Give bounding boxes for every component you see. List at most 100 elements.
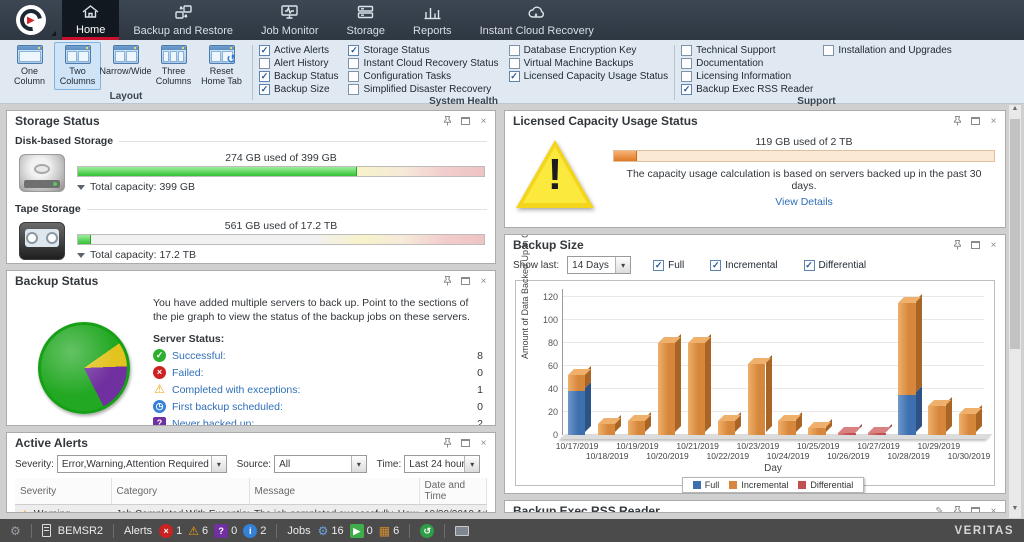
- layout-button-three-columns[interactable]: ThreeColumns: [150, 42, 197, 90]
- bar-segment-full[interactable]: [898, 395, 915, 435]
- bar-segment-incremental[interactable]: [688, 343, 705, 435]
- system-health-checkbox-virtual-machine-backups[interactable]: Virtual Machine Backups: [509, 58, 669, 69]
- column-header-severity[interactable]: Severity: [15, 478, 111, 505]
- bar-segment-incremental[interactable]: [959, 414, 976, 435]
- tab-storage[interactable]: Storage: [333, 0, 400, 40]
- pin-icon[interactable]: [952, 506, 963, 513]
- maximize-icon[interactable]: [971, 507, 980, 513]
- job-counter[interactable]: ▶0: [350, 524, 373, 538]
- select-value: Last 24 hours: [405, 459, 464, 470]
- support-checkbox-documentation[interactable]: Documentation: [681, 58, 813, 69]
- bar-segment-incremental[interactable]: [898, 303, 915, 395]
- filter-select-source[interactable]: All▾: [274, 455, 367, 473]
- maximize-icon[interactable]: [971, 117, 980, 125]
- system-health-checkbox-simplified-disaster-recovery[interactable]: Simplified Disaster Recovery: [348, 84, 498, 95]
- vertical-scrollbar[interactable]: ▲ ▼: [1008, 104, 1022, 519]
- scroll-up-arrow-icon[interactable]: ▲: [1009, 105, 1021, 118]
- maximize-icon[interactable]: [461, 277, 470, 285]
- tab-job-monitor[interactable]: Job Monitor: [247, 0, 332, 40]
- bar-segment-incremental[interactable]: [748, 364, 765, 435]
- layout-button-reset-home-tab[interactable]: ↺ResetHome Tab: [198, 42, 245, 90]
- filter-select-time[interactable]: Last 24 hours▾: [404, 455, 480, 473]
- column-header-date-and-time[interactable]: Date and Time: [419, 478, 487, 505]
- alert-counter[interactable]: ?0: [214, 524, 237, 538]
- storage-section-label: Tape Storage: [15, 203, 487, 215]
- layout-button-one-column[interactable]: OneColumn: [6, 42, 53, 90]
- alert-counter[interactable]: i2: [243, 524, 266, 538]
- support-checkbox-licensing-information[interactable]: Licensing Information: [681, 71, 813, 82]
- chart-filter-checkbox-differential[interactable]: ✓Differential: [804, 260, 867, 271]
- connection-status-icon[interactable]: ↺: [420, 524, 434, 538]
- bar-segment-differential[interactable]: [838, 433, 855, 435]
- system-health-checkbox-alert-history[interactable]: Alert History: [259, 58, 338, 69]
- system-health-checkbox-backup-status[interactable]: ✓Backup Status: [259, 71, 338, 82]
- bar-segment-differential[interactable]: [868, 433, 885, 435]
- show-last-select[interactable]: 14 Days ▾: [567, 256, 631, 274]
- server-status-label[interactable]: Completed with exceptions:: [172, 384, 300, 396]
- server-status-label[interactable]: Never backed up:: [172, 418, 254, 426]
- alert-counter[interactable]: ⚠6: [188, 525, 208, 537]
- table-row[interactable]: ⚠WarningJob Completed With ExceptionsThe…: [15, 505, 487, 514]
- pin-icon[interactable]: [442, 276, 453, 286]
- close-icon[interactable]: ×: [478, 438, 489, 448]
- system-health-checkbox-backup-size[interactable]: ✓Backup Size: [259, 84, 338, 95]
- system-health-checkbox-storage-status[interactable]: ✓Storage Status: [348, 45, 498, 56]
- tab-backup-and-restore[interactable]: Backup and Restore: [119, 0, 247, 40]
- tab-instant-cloud-recovery[interactable]: Instant Cloud Recovery: [466, 0, 608, 40]
- chart-filter-checkbox-full[interactable]: ✓Full: [653, 260, 684, 271]
- bar-segment-full[interactable]: [568, 391, 585, 435]
- scroll-down-arrow-icon[interactable]: ▼: [1009, 505, 1021, 518]
- tab-reports[interactable]: Reports: [399, 0, 466, 40]
- chart-filter-checkbox-incremental[interactable]: ✓Incremental: [710, 260, 777, 271]
- scrollbar-thumb[interactable]: [1010, 119, 1020, 349]
- app-menu-button[interactable]: ▶: [0, 0, 62, 40]
- maximize-icon[interactable]: [971, 241, 980, 249]
- bar-segment-incremental[interactable]: [928, 406, 945, 435]
- close-icon[interactable]: ×: [478, 276, 489, 286]
- storage-capacity-row[interactable]: Total capacity: 17.2 TB: [77, 249, 485, 261]
- server-status-pie-chart[interactable]: [38, 322, 130, 414]
- close-icon[interactable]: ×: [478, 116, 489, 126]
- close-icon[interactable]: ×: [988, 240, 999, 250]
- server-name[interactable]: BEMSR2: [58, 525, 103, 537]
- system-health-checkbox-database-encryption-key[interactable]: Database Encryption Key: [509, 45, 669, 56]
- job-counter[interactable]: ⚙16: [318, 525, 344, 537]
- pin-icon[interactable]: [442, 116, 453, 126]
- bar-segment-incremental[interactable]: [658, 343, 675, 435]
- support-checkbox-installation-and-upgrades[interactable]: Installation and Upgrades: [823, 45, 951, 56]
- computer-icon[interactable]: [455, 526, 469, 536]
- server-status-label[interactable]: Failed:: [172, 367, 204, 379]
- pin-icon[interactable]: [442, 438, 453, 448]
- system-health-checkbox-configuration-tasks[interactable]: Configuration Tasks: [348, 71, 498, 82]
- bar-segment-incremental[interactable]: [718, 421, 735, 435]
- tab-home[interactable]: Home: [62, 0, 119, 40]
- edit-icon[interactable]: ✎: [934, 506, 945, 513]
- system-health-checkbox-licensed-capacity-usage-status[interactable]: ✓Licensed Capacity Usage Status: [509, 71, 669, 82]
- maximize-icon[interactable]: [461, 117, 470, 125]
- bar-segment-incremental[interactable]: [568, 375, 585, 391]
- alert-counter[interactable]: ×1: [159, 524, 182, 538]
- layout-button-narrow-wide[interactable]: Narrow/Wide: [102, 42, 149, 79]
- bar-segment-incremental[interactable]: [778, 421, 795, 435]
- support-checkbox-backup-exec-rss-reader[interactable]: ✓Backup Exec RSS Reader: [681, 84, 813, 95]
- view-details-link[interactable]: View Details: [613, 196, 995, 208]
- system-health-checkbox-active-alerts[interactable]: ✓Active Alerts: [259, 45, 338, 56]
- system-health-checkbox-instant-cloud-recovery-status[interactable]: Instant Cloud Recovery Status: [348, 58, 498, 69]
- column-header-category[interactable]: Category: [111, 478, 249, 505]
- pin-icon[interactable]: [952, 116, 963, 126]
- filter-select-severity[interactable]: Error,Warning,Attention Required▾: [57, 455, 227, 473]
- layout-button-two-columns[interactable]: TwoColumns: [54, 42, 101, 90]
- bar-segment-incremental[interactable]: [598, 424, 615, 435]
- close-icon[interactable]: ×: [988, 506, 999, 513]
- server-status-label[interactable]: Successful:: [172, 350, 226, 362]
- job-counter[interactable]: ▦6: [379, 525, 399, 537]
- bar-segment-incremental[interactable]: [808, 428, 825, 435]
- support-checkbox-technical-support[interactable]: Technical Support: [681, 45, 813, 56]
- server-status-label[interactable]: First backup scheduled:: [172, 401, 283, 413]
- column-header-message[interactable]: Message: [249, 478, 419, 505]
- pin-icon[interactable]: [952, 240, 963, 250]
- storage-capacity-row[interactable]: Total capacity: 399 GB: [77, 181, 485, 193]
- bar-segment-incremental[interactable]: [628, 421, 645, 435]
- close-icon[interactable]: ×: [988, 116, 999, 126]
- maximize-icon[interactable]: [461, 439, 470, 447]
